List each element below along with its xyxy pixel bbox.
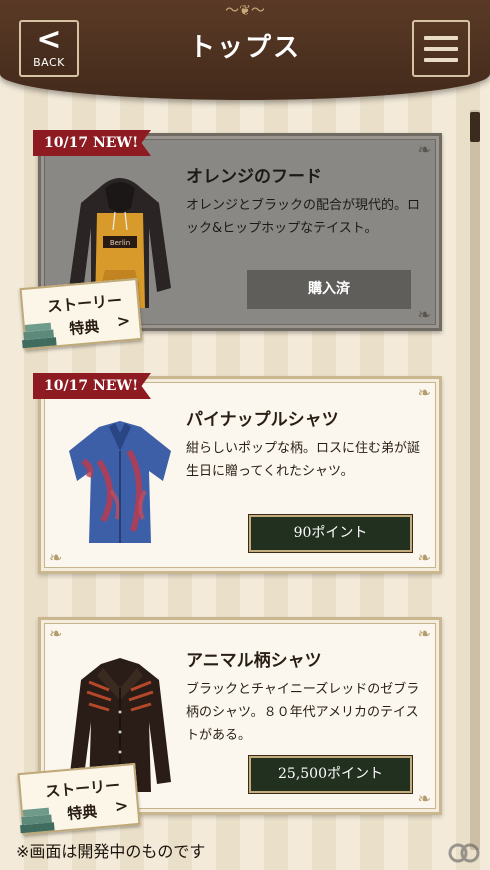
page-title: トップス [188, 33, 301, 63]
menu-button[interactable] [412, 20, 470, 77]
shirt-image [69, 421, 171, 543]
story-bonus-badge[interactable]: ストーリー 特典 > [19, 277, 143, 351]
item-name: パイナップルシャツ [186, 410, 339, 430]
item-description: ブラックとチャイニーズレッドのゼブラ柄のシャツ。８０年代アメリカのテイストがある… [186, 682, 420, 743]
corner-ornament-icon: ❧ [417, 140, 431, 159]
item-description: オレンジとブラックの配合が現代的。ロック&ヒップホップなテイスト。 [186, 198, 421, 236]
story-bonus-badge[interactable]: ストーリー 特典 > [17, 762, 141, 836]
corner-ornament-icon: ❧ [417, 548, 431, 567]
buy-button[interactable]: 25,500ポイント [248, 755, 413, 794]
purchased-button: 購入済 [247, 270, 411, 309]
development-footnote: ※画面は開発中のものです [16, 842, 206, 861]
scrollbar-thumb[interactable] [470, 112, 480, 142]
corner-ornament-icon: ❧ [49, 624, 63, 643]
story-badge-label: ストーリー [44, 776, 121, 801]
story-badge-sublabel: 特典 [66, 802, 98, 824]
item-card-pineapple-shirt[interactable]: ❧ ❧ ❧ ❧ パイナップルシャツ 紺らしいポップな柄。ロスに住む弟が誕生日に贈… [38, 376, 442, 574]
new-ribbon: 10/17 NEW! [33, 373, 151, 399]
corner-ornament-icon: ❧ [417, 624, 431, 643]
chevron-right-icon: > [115, 310, 131, 331]
back-label: BACK [33, 56, 65, 69]
item-name: オレンジのフード [186, 167, 322, 187]
svg-text:Berlin: Berlin [110, 239, 130, 247]
item-name: アニマル柄シャツ [186, 651, 322, 671]
story-badge-sublabel: 特典 [68, 317, 100, 339]
header-bar: 〜❦〜 < BACK トップス [0, 0, 490, 100]
story-badge-label: ストーリー [46, 291, 123, 316]
books-icon [22, 322, 57, 349]
back-button[interactable]: < BACK [19, 20, 79, 77]
new-ribbon: 10/17 NEW! [33, 130, 151, 156]
hamburger-menu-icon [424, 35, 458, 40]
corner-ornament-icon: ❧ [417, 789, 431, 808]
scrollbar-track[interactable] [470, 110, 480, 850]
chevron-left-icon: < [36, 22, 62, 57]
books-icon [20, 807, 55, 834]
corner-ornament-icon: ❧ [417, 305, 431, 324]
item-description: 紺らしいポップな柄。ロスに住む弟が誕生日に贈ってくれたシャツ。 [186, 441, 421, 479]
buy-button[interactable]: 90ポイント [248, 514, 413, 553]
header-ornament-icon: 〜❦〜 [225, 3, 265, 19]
chevron-right-icon: > [113, 795, 129, 816]
corner-ornament-icon: ❧ [417, 383, 431, 402]
watermark-logo-icon [448, 843, 480, 863]
